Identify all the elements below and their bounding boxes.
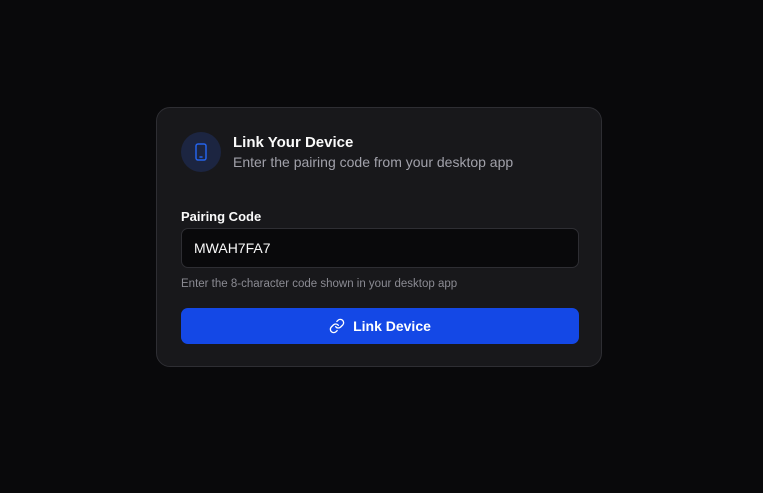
link-icon bbox=[329, 318, 345, 334]
header-text: Link Your Device Enter the pairing code … bbox=[233, 134, 513, 171]
card-subtitle: Enter the pairing code from your desktop… bbox=[233, 153, 514, 170]
card-title: Link Your Device bbox=[233, 133, 354, 151]
smartphone-icon bbox=[193, 143, 209, 161]
pairing-code-hint: Enter the 8-character code shown in your… bbox=[181, 278, 458, 290]
link-device-button-label: Link Device bbox=[353, 318, 431, 334]
pairing-code-label: Pairing Code bbox=[181, 209, 262, 224]
card-header: Link Your Device Enter the pairing code … bbox=[181, 132, 513, 172]
link-device-button[interactable]: Link Device bbox=[181, 308, 579, 344]
link-device-card: Link Your Device Enter the pairing code … bbox=[156, 107, 602, 367]
device-icon-badge bbox=[181, 132, 221, 172]
pairing-code-input[interactable] bbox=[181, 228, 579, 268]
